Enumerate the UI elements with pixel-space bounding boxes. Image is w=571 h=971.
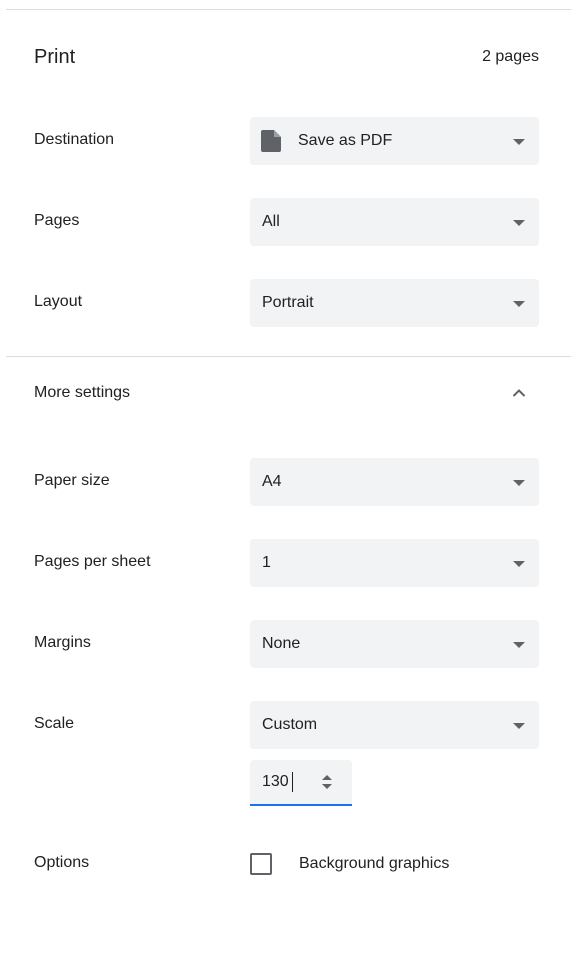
scale-label: Scale [34,715,75,732]
layout-select[interactable]: Portrait [250,279,539,327]
spinner-arrows-icon[interactable] [320,772,334,792]
background-graphics-checkbox[interactable] [250,853,272,875]
scale-number-input[interactable]: 130 [250,760,352,806]
chevron-down-icon [513,723,525,729]
document-icon [261,130,281,152]
destination-value: Save as PDF [298,132,393,149]
chevron-down-icon [513,480,525,486]
top-divider [6,9,571,10]
paper-size-value: A4 [262,473,282,490]
margins-select[interactable]: None [250,620,539,668]
chevron-down-icon [513,561,525,567]
print-title: Print [34,46,76,68]
margins-value: None [262,635,301,652]
background-graphics-label[interactable]: Background graphics [299,855,449,873]
pages-per-sheet-value: 1 [262,554,271,571]
pages-select[interactable]: All [250,198,539,246]
text-cursor [292,772,293,792]
margins-label: Margins [34,634,91,651]
scale-value: Custom [262,716,318,733]
chevron-down-icon [513,139,525,145]
layout-value: Portrait [262,294,314,311]
page-count: 2 pages [482,48,539,65]
chevron-down-icon [513,642,525,648]
chevron-down-icon [513,301,525,307]
more-settings-toggle[interactable]: More settings [0,370,571,418]
options-label: Options [34,854,90,871]
pages-value: All [262,213,280,230]
destination-label: Destination [34,131,115,148]
paper-size-select[interactable]: A4 [250,458,539,506]
paper-size-label: Paper size [34,472,110,489]
layout-label: Layout [34,293,83,310]
scale-select[interactable]: Custom [250,701,539,749]
pages-per-sheet-select[interactable]: 1 [250,539,539,587]
scale-number-value: 130 [262,773,289,790]
destination-select[interactable]: Save as PDF [250,117,539,165]
chevron-up-icon [512,389,526,397]
chevron-down-icon [513,220,525,226]
section-divider [6,356,571,357]
more-settings-label: More settings [34,384,131,401]
pages-per-sheet-label: Pages per sheet [34,553,151,570]
pages-label: Pages [34,212,80,229]
